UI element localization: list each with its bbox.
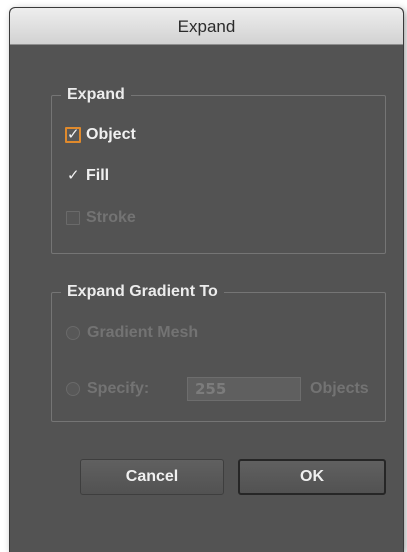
title-bar[interactable]: Expand bbox=[10, 8, 403, 45]
expand-gradient-group-label: Expand Gradient To bbox=[61, 282, 224, 302]
gradient-mesh-radio[interactable] bbox=[66, 326, 80, 340]
dialog-title: Expand bbox=[177, 17, 236, 36]
gradient-mesh-label[interactable]: Gradient Mesh bbox=[87, 324, 198, 342]
object-label[interactable]: Object bbox=[86, 126, 136, 144]
expand-group-label: Expand bbox=[61, 85, 131, 105]
stroke-checkbox[interactable] bbox=[66, 211, 80, 225]
specify-option[interactable]: Specify: bbox=[66, 377, 149, 401]
specify-objects-input[interactable]: 255 bbox=[187, 377, 301, 401]
fill-label[interactable]: Fill bbox=[86, 167, 109, 185]
objects-label: Objects bbox=[310, 380, 369, 397]
expand-dialog: Expand Expand ✓ Object ✓ Fill Stroke Exp… bbox=[10, 8, 403, 552]
check-mark-icon: ✓ bbox=[67, 166, 80, 184]
object-checkbox[interactable]: ✓ bbox=[65, 125, 81, 143]
ok-button[interactable]: OK bbox=[238, 459, 386, 495]
fill-checkbox[interactable]: ✓ bbox=[66, 166, 80, 184]
fill-option[interactable]: ✓ Fill bbox=[66, 164, 109, 188]
objects-unit: Objects bbox=[310, 377, 369, 401]
check-mark-icon: ✓ bbox=[67, 125, 80, 143]
stroke-option[interactable]: Stroke bbox=[66, 206, 136, 230]
expand-gradient-group: Expand Gradient To bbox=[51, 282, 386, 422]
cancel-button[interactable]: Cancel bbox=[80, 459, 224, 495]
stroke-label[interactable]: Stroke bbox=[86, 209, 136, 227]
object-option[interactable]: ✓ Object bbox=[65, 123, 136, 147]
specify-radio[interactable] bbox=[66, 382, 80, 396]
specify-label[interactable]: Specify: bbox=[87, 380, 149, 398]
gradient-mesh-option[interactable]: Gradient Mesh bbox=[66, 321, 198, 345]
